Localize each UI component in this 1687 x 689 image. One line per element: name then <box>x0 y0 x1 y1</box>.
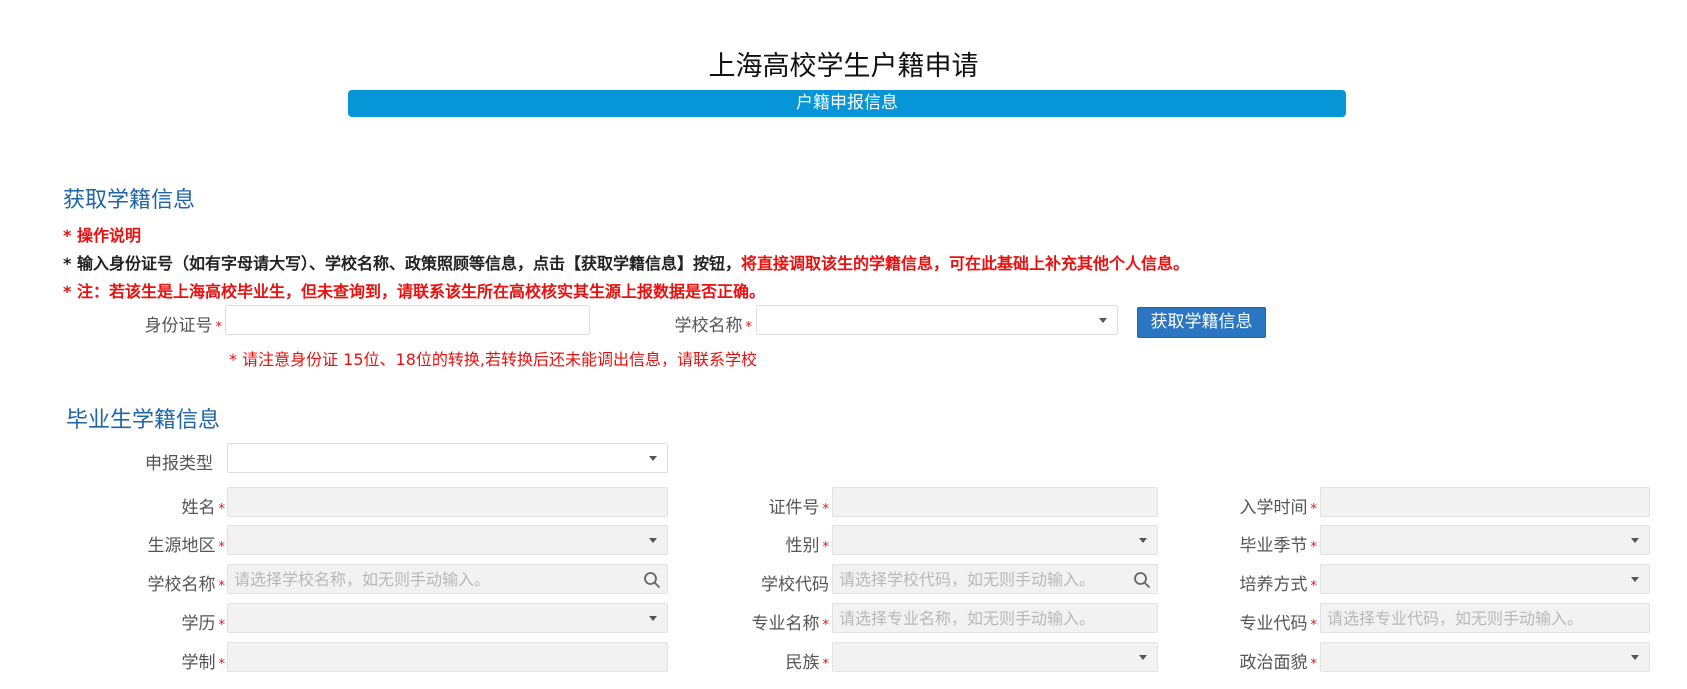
page-title: 上海高校学生户籍申请 <box>708 51 979 82</box>
school-code-label: 学校代码 <box>761 575 829 595</box>
instructions-note: * 注：若该生是上海高校毕业生，但未查询到，请联系该生所在高校核实其生源上报数据… <box>63 282 765 301</box>
instructions-text-part1: * 输入身份证号（如有字母请大写）、学校名称、政策照顾等信息，点击【获取学籍信息… <box>63 254 741 273</box>
political-status-label: 政治面貌 * <box>1239 653 1318 673</box>
id-number-input[interactable] <box>225 305 590 335</box>
major-code-label: 专业代码 * <box>1239 614 1318 634</box>
school-code-input[interactable] <box>832 564 1158 594</box>
grad-season-label: 毕业季节 * <box>1239 536 1318 556</box>
cert-number-input[interactable] <box>832 487 1158 517</box>
education-select[interactable] <box>227 603 668 633</box>
instructions-text-part2: 将直接调取该生的学籍信息，可在此基础上补充其他个人信息。 <box>740 254 1189 273</box>
fetch-school-select[interactable] <box>756 305 1118 335</box>
ethnicity-select[interactable] <box>832 642 1158 672</box>
major-name-label: 专业名称 * <box>751 614 830 634</box>
fetch-section-title: 获取学籍信息 <box>63 188 196 213</box>
search-icon[interactable] <box>643 571 661 589</box>
grad-season-select[interactable] <box>1320 525 1650 555</box>
major-code-input[interactable] <box>1320 603 1650 633</box>
id-number-label: 身份证号 * <box>144 316 223 336</box>
cert-number-label: 证件号 * <box>768 498 830 518</box>
search-icon[interactable] <box>1133 571 1151 589</box>
fetch-school-label: 学校名称 * <box>674 316 753 336</box>
chevron-down-icon <box>649 456 657 461</box>
enroll-time-label: 入学时间 * <box>1239 498 1318 518</box>
ethnicity-label: 民族 * <box>785 653 830 673</box>
school-name-input[interactable] <box>227 564 668 594</box>
fetch-student-info-button[interactable]: 获取学籍信息 <box>1137 307 1266 338</box>
gender-label: 性别 * <box>785 536 830 556</box>
major-name-input[interactable] <box>832 603 1158 633</box>
origin-region-select[interactable] <box>227 525 668 555</box>
name-label: 姓名 * <box>181 498 226 518</box>
chevron-down-icon <box>1139 538 1147 543</box>
declare-type-select[interactable] <box>227 443 668 473</box>
duration-label: 学制 * <box>181 653 226 673</box>
chevron-down-icon <box>1099 318 1107 323</box>
name-input[interactable] <box>227 487 668 517</box>
duration-input[interactable] <box>227 642 668 672</box>
enroll-time-input[interactable] <box>1320 487 1650 517</box>
origin-region-label: 生源地区 * <box>147 536 226 556</box>
chevron-down-icon <box>649 538 657 543</box>
instructions-text: * 输入身份证号（如有字母请大写）、学校名称、政策照顾等信息，点击【获取学籍信息… <box>63 250 1189 274</box>
school-name-label: 学校名称 * <box>147 575 226 595</box>
instructions-heading: * 操作说明 <box>63 226 141 245</box>
chevron-down-icon <box>1631 577 1639 582</box>
chevron-down-icon <box>1631 655 1639 660</box>
education-label: 学历 * <box>181 614 226 634</box>
training-mode-label: 培养方式 * <box>1239 575 1318 595</box>
declare-type-label: 申报类型 <box>145 454 213 474</box>
training-mode-select[interactable] <box>1320 564 1650 594</box>
chevron-down-icon <box>1631 538 1639 543</box>
gender-select[interactable] <box>832 525 1158 555</box>
section-banner: 户籍申报信息 <box>348 90 1346 117</box>
chevron-down-icon <box>1139 655 1147 660</box>
political-status-select[interactable] <box>1320 642 1650 672</box>
chevron-down-icon <box>649 616 657 621</box>
id-conversion-hint: * 请注意身份证 15位、18位的转换,若转换后还未能调出信息，请联系学校 <box>229 350 757 369</box>
grad-section-title: 毕业生学籍信息 <box>66 408 221 433</box>
